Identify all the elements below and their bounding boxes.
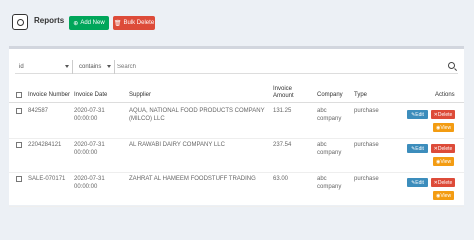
- operator-select-value: contains: [79, 64, 102, 70]
- header-actions: Actions: [435, 92, 455, 98]
- delete-button[interactable]: ✕ Delete: [431, 178, 455, 187]
- edit-button[interactable]: ✎ Edit: [407, 178, 428, 187]
- search-icon[interactable]: [448, 62, 455, 69]
- company: abc company: [317, 108, 342, 122]
- row-checkbox[interactable]: [16, 142, 22, 148]
- type: purchase: [354, 142, 379, 148]
- edit-button[interactable]: ✎ Edit: [407, 110, 428, 119]
- view-button[interactable]: ◉ View: [433, 157, 454, 166]
- table-row: 2204284121 2020-07-31 00:00:00 AL RAWABI D…: [9, 138, 464, 173]
- add-new-label: Add New: [80, 20, 105, 26]
- plus-circle-icon: ⊕: [73, 20, 79, 27]
- company: abc company: [317, 176, 342, 190]
- page-title: Reports: [34, 16, 65, 25]
- column-select[interactable]: id: [15, 60, 73, 74]
- invoice-number: 2204284121: [28, 142, 62, 148]
- edit-button[interactable]: ✎ Edit: [407, 144, 428, 153]
- delete-button[interactable]: ✕ Delete: [431, 144, 455, 153]
- invoice-date: 2020-07-31 00:00:00: [74, 108, 105, 122]
- header: Reports ⊕ Add New 🗑 Bulk Delete: [0, 0, 474, 44]
- filter-bar: id contains: [15, 60, 458, 74]
- header-invoice-number[interactable]: Invoice Number: [28, 92, 70, 98]
- company: abc company: [317, 142, 342, 156]
- add-new-button[interactable]: ⊕ Add New: [69, 16, 109, 30]
- bulk-delete-button[interactable]: 🗑 Bulk Delete: [113, 16, 155, 30]
- view-label: View: [440, 124, 452, 131]
- supplier: ZAHRAT AL HAMEEM FOODSTUFF TRADING: [129, 176, 256, 182]
- type: purchase: [354, 176, 379, 182]
- header-company[interactable]: Company: [317, 92, 343, 98]
- trash-icon: 🗑: [113, 20, 122, 27]
- delete-label: Delete: [437, 145, 453, 152]
- row-checkbox[interactable]: [16, 108, 22, 114]
- reports-card: id contains Invoice Number Invoice Date …: [9, 46, 464, 207]
- chevron-down-icon: [65, 65, 69, 68]
- header-type[interactable]: Type: [354, 92, 367, 98]
- column-select-value: id: [19, 64, 24, 70]
- invoice-number: 842587: [28, 108, 49, 114]
- table-row: SALE-070171 2020-07-31 00:00:00 ZAHRAT AL …: [9, 172, 464, 207]
- invoice-date: 2020-07-31 00:00:00: [74, 142, 105, 156]
- supplier: AL RAWABI DAIRY COMPANY LLC: [129, 142, 225, 148]
- edit-label: Edit: [415, 179, 424, 186]
- view-button[interactable]: ◉ View: [433, 191, 454, 200]
- edit-label: Edit: [415, 111, 424, 118]
- bulk-delete-label: Bulk Delete: [123, 20, 155, 26]
- view-label: View: [440, 192, 452, 199]
- view-button[interactable]: ◉ View: [433, 123, 454, 132]
- invoice-date: 2020-07-31 00:00:00: [74, 176, 105, 190]
- delete-label: Delete: [437, 111, 453, 118]
- view-label: View: [440, 158, 452, 165]
- edit-label: Edit: [415, 145, 424, 152]
- chevron-down-icon: [107, 65, 111, 68]
- table-header: Invoice Number Invoice Date Supplier Inv…: [9, 85, 464, 103]
- invoice-amount: 237.54: [273, 142, 292, 148]
- operator-select[interactable]: contains: [75, 60, 115, 74]
- supplier: AQUA, NATIONAL FOOD PRODUCTS COMPANY (MI…: [129, 108, 265, 122]
- table-row: 842587 2020-07-31 00:00:00 AQUA, NATIONAL …: [9, 104, 464, 139]
- delete-label: Delete: [437, 179, 453, 186]
- select-all-checkbox[interactable]: [16, 92, 22, 98]
- header-invoice-amount[interactable]: Invoice Amount: [273, 86, 303, 100]
- reports-icon: [12, 14, 28, 30]
- type: purchase: [354, 108, 379, 114]
- invoice-amount: 63.00: [273, 176, 289, 182]
- row-checkbox[interactable]: [16, 176, 22, 182]
- invoice-number: SALE-070171: [28, 176, 66, 182]
- delete-button[interactable]: ✕ Delete: [431, 110, 455, 119]
- header-supplier[interactable]: Supplier: [129, 92, 151, 98]
- search-input[interactable]: [117, 60, 442, 74]
- header-invoice-date[interactable]: Invoice Date: [74, 92, 107, 98]
- invoice-amount: 131.25: [273, 108, 292, 114]
